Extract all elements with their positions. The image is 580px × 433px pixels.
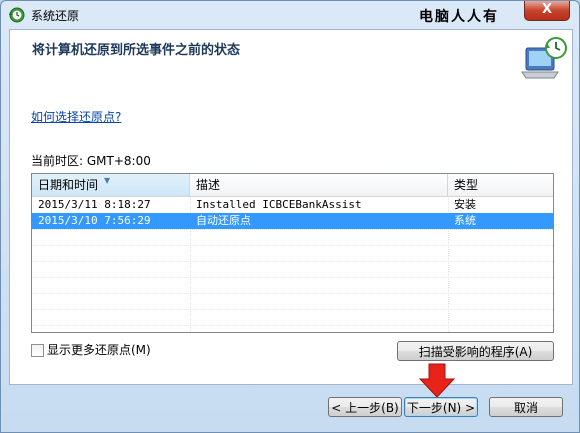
column-header-type[interactable]: 类型 [448, 174, 553, 196]
wizard-content: 将计算机还原到所选事件之前的状态 如何选择还原点? 当前时区: GMT+8:00… [9, 29, 573, 385]
grid-line [32, 293, 553, 294]
title-bar[interactable]: 系统还原 电脑人人有 X [1, 1, 579, 29]
watermark-text: 电脑人人有 [419, 9, 499, 25]
grid-line [32, 245, 553, 246]
window-title: 系统还原 [31, 9, 80, 23]
grid-line [32, 261, 553, 262]
column-header-date-label: 日期和时间 [38, 178, 99, 192]
restore-points-table: ▼ 日期和时间 描述 类型 2015/3/11 8:18:27 Installe… [31, 173, 554, 333]
table-row[interactable]: 2015/3/11 8:18:27 Installed ICBCEBankAss… [32, 197, 553, 213]
close-button[interactable]: X [524, 1, 570, 21]
sort-arrow-icon: ▼ [104, 176, 111, 185]
row-description: 自动还原点 [196, 214, 251, 227]
page-heading: 将计算机还原到所选事件之前的状态 [32, 43, 241, 58]
restore-computer-icon [521, 37, 567, 79]
row-type: 系统 [454, 214, 476, 227]
timezone-label: 当前时区: GMT+8:00 [31, 154, 151, 168]
show-more-label: 显示更多还原点(M) [47, 343, 151, 357]
row-type: 安装 [454, 198, 476, 211]
scan-affected-programs-button[interactable]: 扫描受影响的程序(A) [397, 341, 554, 361]
table-header: ▼ 日期和时间 描述 类型 [32, 174, 553, 197]
table-row-selected[interactable]: 2015/3/10 7:56:29 自动还原点 系统 [32, 213, 553, 229]
grid-line [32, 309, 553, 310]
row-date: 2015/3/10 7:56:29 [38, 214, 151, 227]
grid-line [32, 325, 553, 326]
how-to-choose-restore-point-link[interactable]: 如何选择还原点? [31, 108, 121, 125]
red-down-arrow-icon [418, 363, 456, 398]
row-date: 2015/3/11 8:18:27 [38, 198, 151, 211]
cancel-button[interactable]: 取消 [489, 397, 563, 417]
row-description: Installed ICBCEBankAssist [196, 198, 362, 211]
system-restore-window: 系统还原 电脑人人有 X 将计算机还原到所选事件之前的状态 如何选择还原点? 当… [0, 0, 580, 433]
back-button[interactable]: < 上一步(B) [328, 397, 402, 417]
column-header-description[interactable]: 描述 [190, 174, 448, 196]
grid-line [32, 277, 553, 278]
next-button[interactable]: 下一步(N) > [404, 397, 478, 417]
column-header-date[interactable]: ▼ 日期和时间 [32, 174, 190, 196]
show-more-checkbox[interactable] [31, 344, 44, 357]
system-restore-icon [9, 7, 25, 23]
grid-line [32, 229, 553, 230]
